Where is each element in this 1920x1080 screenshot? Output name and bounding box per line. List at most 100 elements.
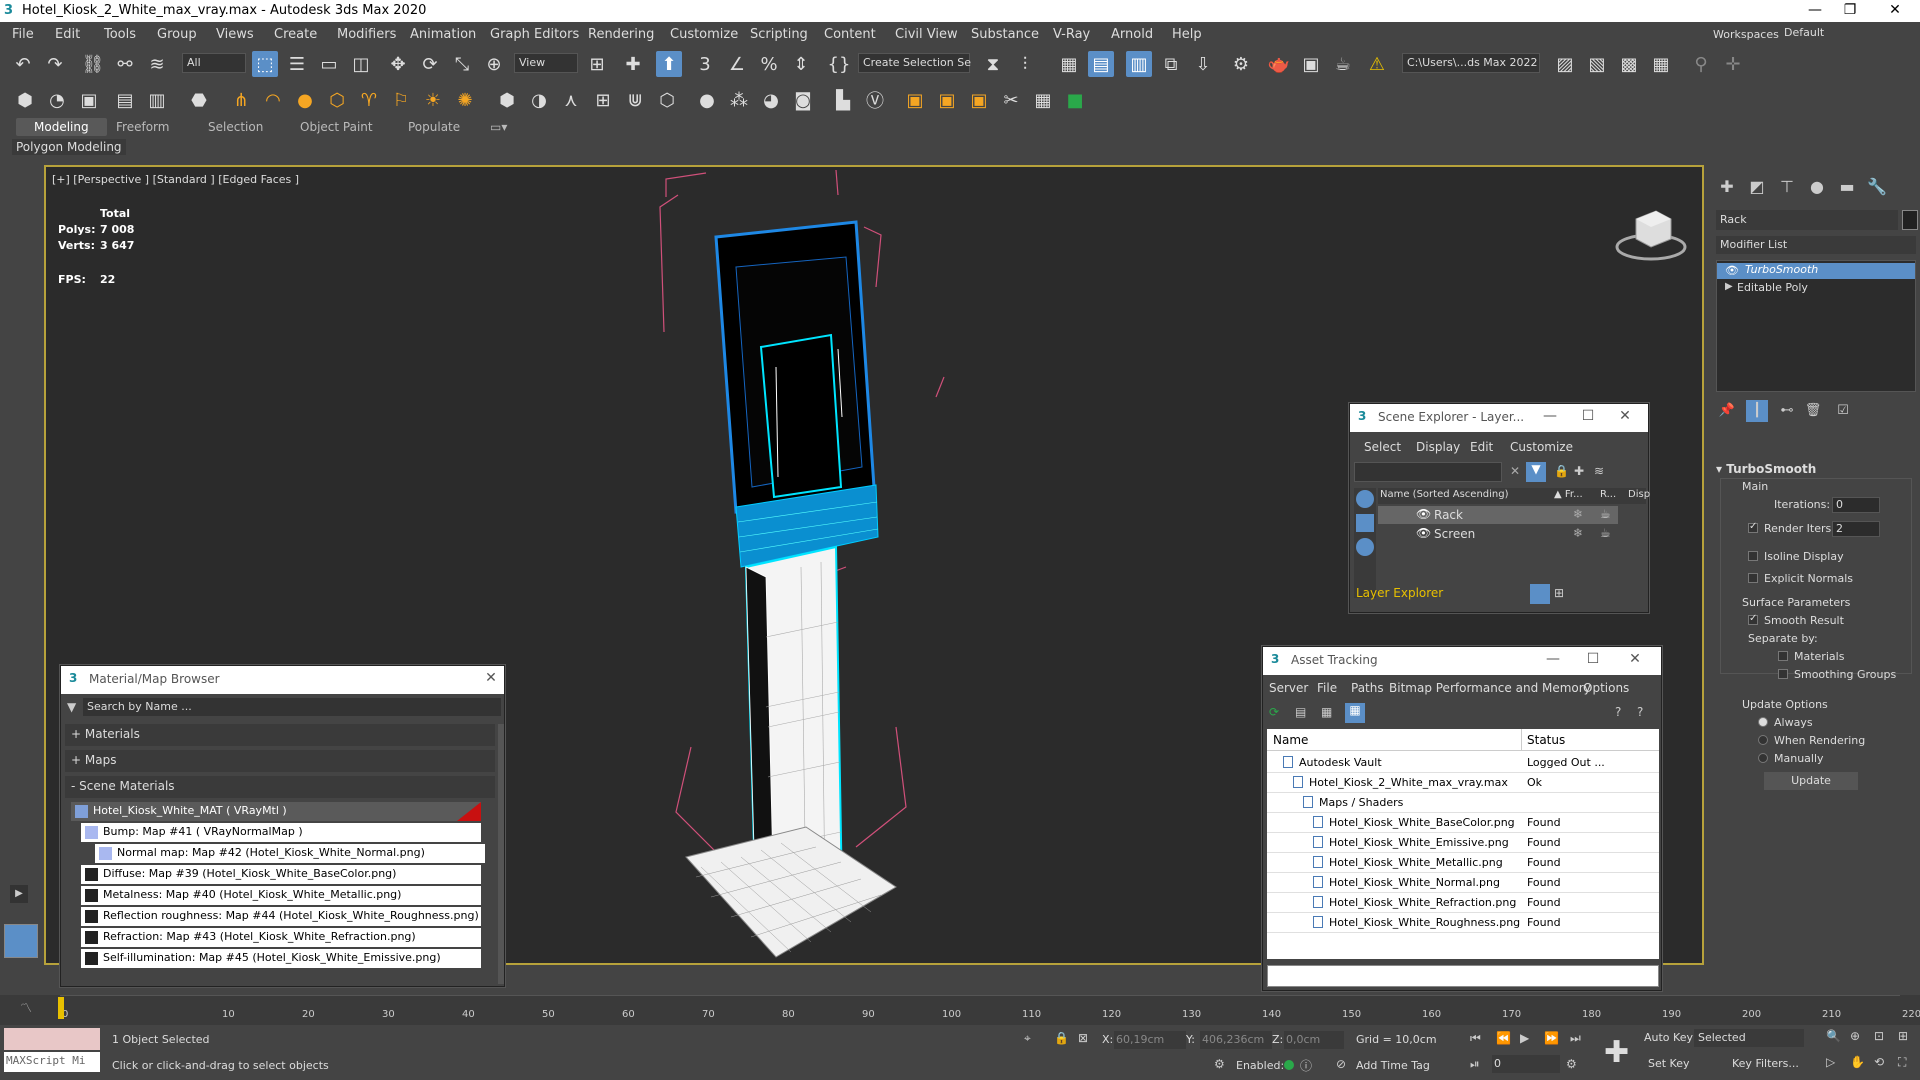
scene-explorer-minimize-icon[interactable]: — — [1540, 408, 1560, 424]
time-tag-icon[interactable]: ⊘ — [1336, 1057, 1346, 1071]
material-browser-titlebar[interactable]: 3 Material/Map Browser ✕ — [61, 666, 504, 694]
angle-snap-icon[interactable]: ∠ — [724, 51, 750, 77]
move-icon[interactable]: ✥ — [385, 51, 411, 77]
render-iters-spinner[interactable]: 2 — [1832, 521, 1880, 537]
named-selection-set-dropdown[interactable]: Create Selection Se — [858, 53, 971, 73]
enabled-indicator[interactable] — [1284, 1060, 1294, 1070]
material-browser-close-icon[interactable]: ✕ — [481, 670, 501, 686]
filter-icon[interactable]: ▼ — [1526, 462, 1546, 482]
ribbon-polygon-modeling[interactable]: Polygon Modeling — [12, 139, 126, 155]
timeline[interactable]: 〽 0 10 20 30 40 50 60 70 80 90 100 110 120 130 140 150 1… — [0, 995, 1920, 1025]
render-teapot-icon[interactable]: ☕ — [1600, 526, 1611, 540]
scene-explorer-close-icon[interactable]: ✕ — [1615, 408, 1635, 424]
menu-rendering[interactable]: Rendering — [588, 27, 654, 42]
expand-arrow-icon[interactable]: ▶ — [10, 885, 28, 903]
tab-selection[interactable]: Selection — [208, 120, 263, 134]
separate-materials-checkbox[interactable]: Materials — [1778, 650, 1844, 663]
map-item[interactable]: Bump: Map #41 ( VRayNormalMap ) — [81, 823, 481, 842]
help-icon[interactable]: ? — [1615, 705, 1621, 719]
vray-vfb-icon[interactable]: ▙ — [830, 87, 856, 113]
y-coordinate-field[interactable]: 406,236cm — [1200, 1031, 1272, 1049]
col-freeze[interactable]: ▲ Fr... — [1554, 489, 1583, 500]
freeze-icon[interactable]: ❄ — [1573, 507, 1583, 521]
material-item[interactable]: Hotel_Kiosk_White_MAT ( VRayMtl ) — [71, 802, 481, 821]
vray-grass-icon[interactable]: ⋓ — [622, 87, 648, 113]
lock-icon[interactable]: 🔒 — [1554, 464, 1569, 478]
material-search-input[interactable]: Search by Name ... — [83, 698, 501, 716]
asset-row[interactable]: Maps / Shaders — [1267, 793, 1659, 813]
render-frame-window-icon[interactable]: ▣ — [1298, 51, 1324, 77]
zoom-extents-icon[interactable]: ⊡ — [1874, 1029, 1884, 1043]
map-item[interactable]: Diffuse: Map #39 (Hotel_Kiosk_White_Base… — [81, 865, 481, 884]
vray-physical-cam-icon[interactable]: ⬡ — [654, 87, 680, 113]
vray-sun-icon[interactable]: ☀ — [420, 87, 446, 113]
redo-icon[interactable]: ↷ — [42, 51, 68, 77]
pan-icon[interactable]: ✋ — [1850, 1055, 1865, 1069]
edit-named-sel-icon[interactable]: {} — [826, 51, 852, 77]
undo-icon[interactable]: ↶ — [10, 51, 36, 77]
motion-tab-icon[interactable]: ● — [1806, 176, 1828, 198]
light-icon[interactable] — [1356, 538, 1374, 556]
table-icon[interactable]: ▦ — [1030, 87, 1056, 113]
tab-freeform[interactable]: Freeform — [116, 120, 169, 134]
menu-help[interactable]: Help — [1172, 27, 1202, 42]
update-rendering-radio[interactable]: When Rendering — [1758, 734, 1865, 747]
curve-editor-mini-icon[interactable]: 〽 — [20, 999, 32, 1016]
prev-frame-icon[interactable]: ⏪ — [1496, 1031, 1511, 1045]
layer-explorer-icon[interactable]: ▦ — [1056, 51, 1082, 77]
list-view-icon[interactable]: ▤ — [1295, 705, 1306, 719]
forest-edit-icon[interactable]: ▣ — [934, 87, 960, 113]
tab-populate[interactable]: Populate — [408, 120, 460, 134]
map-item[interactable]: Refraction: Map #43 (Hotel_Kiosk_White_R… — [81, 928, 481, 947]
asset-maximize-icon[interactable]: ☐ — [1583, 651, 1603, 667]
display-tab-icon[interactable]: ▬ — [1836, 176, 1858, 198]
vray-mesh-light-icon[interactable]: ⬡ — [324, 87, 350, 113]
asset-minimize-icon[interactable]: — — [1543, 651, 1563, 667]
refresh-icon[interactable]: ⟳ — [1269, 705, 1279, 719]
vray-sky-icon[interactable]: ✺ — [452, 87, 478, 113]
toolbar-option-2-icon[interactable]: ▦ — [1648, 51, 1674, 77]
layers-icon[interactable]: ≋ — [1594, 464, 1604, 478]
asset-row[interactable]: Hotel_Kiosk_2_White_max_vray.max Ok — [1267, 773, 1659, 793]
configure-sets-icon[interactable]: ☑ — [1832, 400, 1854, 422]
col-display[interactable]: Disp — [1628, 489, 1650, 500]
vray-ies-icon[interactable]: ♈ — [356, 87, 382, 113]
vray-decal-icon[interactable]: ◕ — [758, 87, 784, 113]
scene-item-rack[interactable]: 👁 Rack ❄ ☕ — [1378, 506, 1618, 524]
menu-civil-view[interactable]: Civil View — [895, 27, 958, 42]
asset-menu-paths[interactable]: Paths — [1351, 681, 1384, 695]
maximize-viewport-icon[interactable]: ⛶ — [1898, 1055, 1906, 1070]
selection-filter-dropdown[interactable]: All — [182, 53, 246, 73]
maxscript-mini-listener[interactable]: MAXScript Mi — [4, 1052, 100, 1072]
asset-row[interactable]: Hotel_Kiosk_White_Emissive.png Found — [1267, 833, 1659, 853]
maxscript-listener-output[interactable] — [4, 1028, 100, 1050]
smooth-result-checkbox[interactable]: Smooth Result — [1748, 613, 1844, 627]
asset-menu-bitmap[interactable]: Bitmap Performance and Memory — [1389, 681, 1591, 695]
iterations-spinner[interactable]: 0 — [1832, 497, 1880, 513]
key-selected-dropdown[interactable]: Selected — [1694, 1029, 1804, 1047]
map-item[interactable]: Reflection roughness: Map #44 (Hotel_Kio… — [81, 907, 481, 926]
project-folder-icon[interactable]: ▨ — [1552, 51, 1578, 77]
selection-lock-icon[interactable]: 🔒 — [1054, 1031, 1069, 1045]
set-key-big-icon[interactable]: ✚ — [1604, 1035, 1629, 1070]
current-frame-field[interactable]: 0 — [1492, 1055, 1560, 1073]
select-by-name-icon[interactable]: ☰ — [284, 51, 310, 77]
vray-logo-icon[interactable]: Ⓥ — [862, 87, 888, 113]
menu-tools[interactable]: Tools — [104, 27, 136, 42]
auto-key-button[interactable]: Auto Key — [1644, 1031, 1693, 1044]
layer-options-icon[interactable]: ⊞ — [1554, 586, 1564, 600]
freeze-icon[interactable]: ❄ — [1573, 526, 1583, 540]
time-slider-handle[interactable] — [58, 997, 64, 1019]
bind-space-warp-icon[interactable]: ≋ — [144, 51, 170, 77]
asset-row[interactable]: Hotel_Kiosk_White_Roughness.png Found — [1267, 913, 1659, 933]
object-color-swatch[interactable] — [1902, 210, 1918, 230]
map-item[interactable]: Metalness: Map #40 (Hotel_Kiosk_White_Me… — [81, 886, 481, 905]
rotate-icon[interactable]: ⟳ — [417, 51, 443, 77]
update-always-radio[interactable]: Always — [1758, 716, 1813, 729]
scale-icon[interactable]: ⤡ — [449, 51, 475, 77]
vray-sphere-icon[interactable]: ● — [694, 87, 720, 113]
help-2-icon[interactable]: ? — [1637, 705, 1643, 719]
remove-modifier-icon[interactable]: 🗑 — [1802, 400, 1824, 422]
asset-col-name[interactable]: Name — [1273, 733, 1308, 747]
viewport-label[interactable]: [+] [Perspective ] [Standard ] [Edged Fa… — [52, 173, 299, 186]
